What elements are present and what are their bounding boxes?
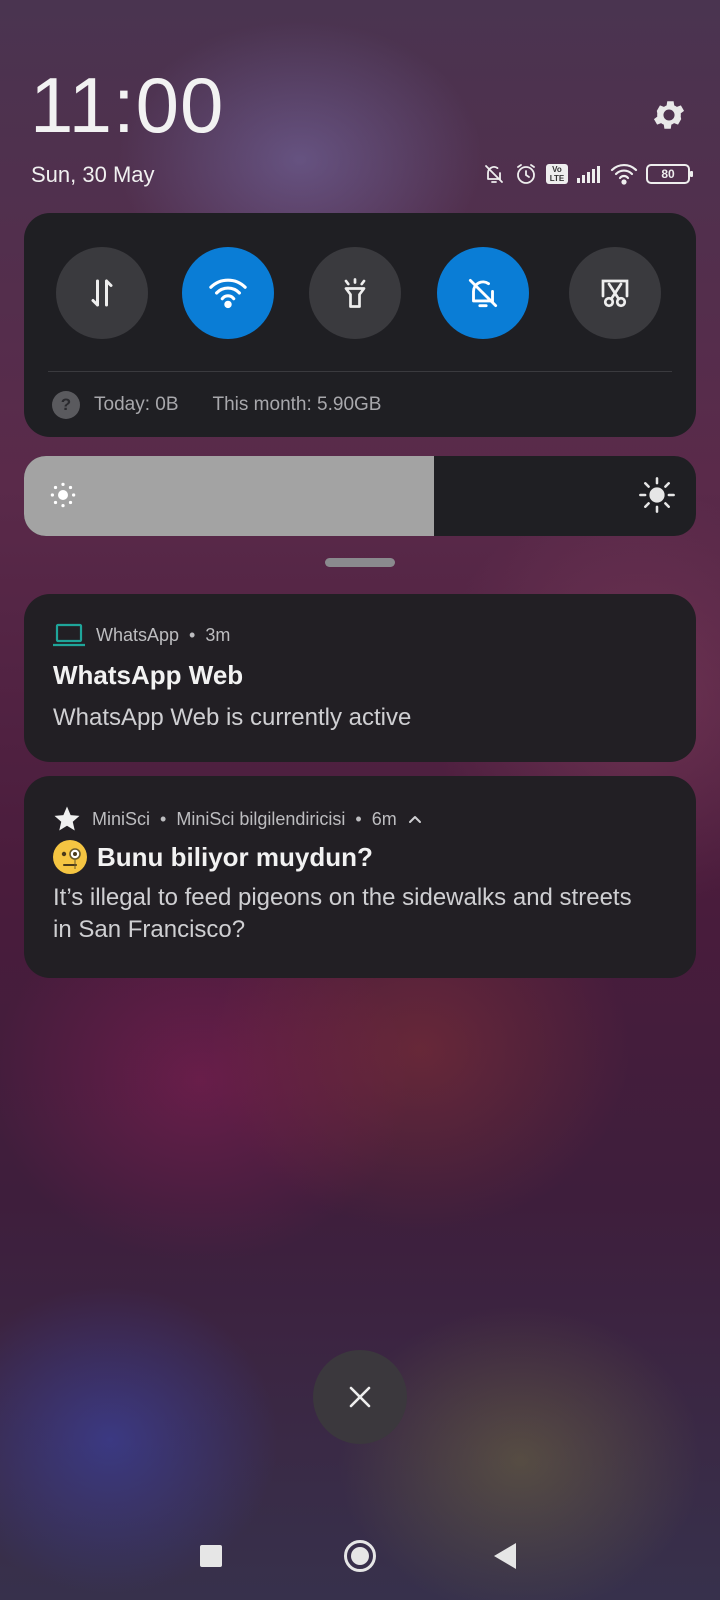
brightness-high-icon (639, 477, 675, 513)
data-arrows-icon (91, 279, 113, 307)
date[interactable]: Sun, 30 May (31, 162, 155, 188)
app-name: WhatsApp (96, 624, 180, 645)
close-icon (349, 1386, 371, 1408)
app-name: MiniSci (92, 808, 151, 829)
star-icon (54, 806, 80, 831)
divider (48, 371, 672, 372)
notification-whatsapp[interactable]: WhatsApp • 3m WhatsApp Web WhatsApp Web … (24, 594, 696, 762)
volte-badge: Vo LTE (546, 164, 568, 184)
scissors-icon (601, 279, 629, 308)
battery-indicator: 80 (646, 164, 693, 184)
data-today: Today: 0B (94, 394, 179, 415)
clock[interactable]: 11:00 (30, 66, 224, 144)
wifi-icon (209, 278, 247, 309)
clear-all-button[interactable] (313, 1350, 407, 1444)
notification-time: 6m (371, 808, 397, 829)
notification-minisci[interactable]: MiniSci • MiniSci bilgilendiricisi • 6m … (24, 776, 696, 978)
status-bar: Vo LTE 80 (482, 160, 693, 188)
notification-time: 3m (205, 624, 231, 645)
recents-button[interactable] (200, 1545, 222, 1567)
face-with-monocle-icon (53, 840, 87, 874)
separator-dot: • (355, 808, 362, 829)
drag-handle[interactable] (325, 558, 395, 567)
quick-settings-panel: ? Today: 0B This month: 5.90GB (24, 213, 696, 437)
brightness-slider[interactable] (24, 456, 696, 536)
screenshot-toggle[interactable] (569, 247, 661, 339)
alarm-icon (517, 164, 535, 184)
home-button[interactable] (344, 1540, 376, 1572)
notification-header: MiniSci • MiniSci bilgilendiricisi • 6m (52, 804, 423, 834)
mute-toggle[interactable] (437, 247, 529, 339)
wifi-icon (610, 163, 638, 185)
brightness-level[interactable] (24, 456, 434, 536)
notification-body: It’s illegal to feed pigeons on the side… (53, 884, 632, 943)
separator-dot: • (160, 808, 167, 829)
notification-title-text: Bunu biliyor muydun? (97, 841, 373, 872)
mobile-data-toggle[interactable] (56, 247, 148, 339)
data-usage[interactable]: ? Today: 0B This month: 5.90GB (52, 391, 381, 419)
wifi-toggle[interactable] (182, 247, 274, 339)
signal-icon (577, 166, 600, 183)
notification-title: Bunu biliyor muydun? (53, 840, 373, 874)
bell-off-icon (485, 165, 503, 183)
brightness-low-icon (50, 482, 76, 508)
help-icon: ? (52, 391, 80, 419)
notification-title: WhatsApp Web (53, 660, 244, 690)
flashlight-icon (344, 278, 366, 308)
flashlight-toggle[interactable] (309, 247, 401, 339)
bell-off-icon (468, 278, 498, 308)
notification-header: WhatsApp • 3m (52, 622, 230, 648)
laptop-icon (53, 623, 85, 647)
back-button[interactable] (494, 1543, 516, 1569)
notification-channel: MiniSci bilgilendiricisi (176, 808, 346, 829)
separator-dot: • (189, 624, 196, 645)
gear-icon[interactable] (650, 96, 688, 134)
data-month: This month: 5.90GB (212, 394, 382, 415)
notification-body: WhatsApp Web is currently active (53, 704, 412, 731)
chevron-up-icon[interactable] (407, 813, 423, 825)
